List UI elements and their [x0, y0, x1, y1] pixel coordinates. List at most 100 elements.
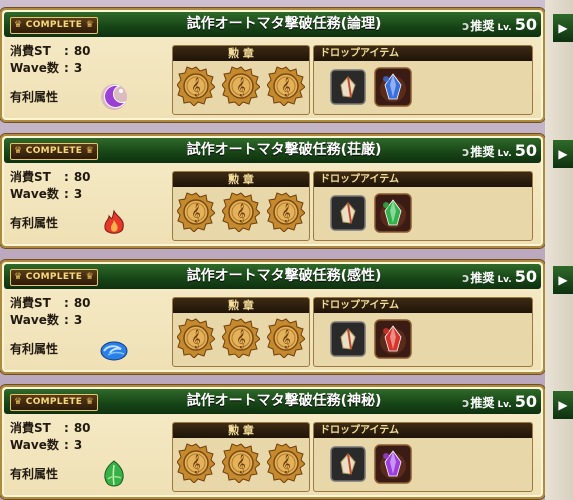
- blue-wave-icon: [100, 341, 128, 361]
- mission-card-3[interactable]: ♛ COMPLETE ♛ 試作オートマタ撃破任務(感性) ↄ推奨 Lv. 50 消費…: [0, 260, 545, 374]
- level-prefix: Lv.: [497, 149, 512, 159]
- colon: :: [64, 296, 69, 310]
- medal-icon: 𝄞: [221, 192, 261, 233]
- wave-label: Wave数: [10, 61, 59, 75]
- stamina-row: 消費ST:80: [10, 43, 91, 60]
- medal-icon: 𝄞: [176, 192, 216, 233]
- level-prefix: Lv.: [497, 400, 512, 410]
- svg-text:𝄞: 𝄞: [236, 329, 245, 349]
- stamina-value: 80: [73, 421, 91, 435]
- purple-crystal-drop-icon[interactable]: [374, 67, 412, 107]
- medal-box: 勲 章 𝄞 𝄞 𝄞: [172, 45, 310, 115]
- colon: :: [64, 187, 69, 201]
- level-prefix: Lv.: [497, 23, 512, 33]
- side-tab-4[interactable]: ▶: [553, 391, 573, 419]
- medal-icon: 𝄞: [176, 318, 216, 359]
- wave-label: Wave数: [10, 438, 59, 452]
- recommended-level: ↄ推奨 Lv. 50: [462, 392, 537, 411]
- wave-row: Wave数:3: [10, 437, 91, 454]
- swirl-icon: ↄ: [462, 271, 470, 285]
- stamina-value: 80: [73, 296, 91, 310]
- complete-label: COMPLETE: [25, 272, 83, 282]
- level-value: 50: [514, 15, 537, 34]
- red-crystal-drop-icon[interactable]: [374, 319, 412, 359]
- wave-value: 3: [73, 438, 83, 452]
- level-value: 50: [514, 141, 537, 160]
- crown-icon: ♛: [85, 146, 94, 156]
- green-leaf-icon: [104, 460, 124, 487]
- colon: :: [64, 61, 69, 75]
- advantage-label: 有利属性: [10, 216, 59, 230]
- side-panel: [545, 0, 573, 500]
- drop-label: ドロップアイテム: [314, 46, 532, 61]
- crown-icon: ♛: [85, 397, 94, 407]
- mission-header: ♛ COMPLETE ♛ 試作オートマタ撃破任務(荘厳) ↄ推奨 Lv. 50: [4, 138, 541, 163]
- mission-title: 試作オートマタ撃破任務(感性): [186, 268, 382, 284]
- stamina-value: 80: [73, 170, 91, 184]
- drop-box: ドロップアイテム: [313, 297, 533, 367]
- stamina-value: 80: [73, 44, 91, 58]
- mission-title: 試作オートマタ撃破任務(神秘): [186, 393, 382, 409]
- medal-icon: 𝄞: [266, 318, 307, 359]
- svg-text:𝄞: 𝄞: [191, 454, 200, 474]
- medal-list: 𝄞 𝄞 𝄞: [173, 438, 309, 484]
- drop-fragment-item-icon[interactable]: [330, 321, 366, 357]
- mission-card-4[interactable]: ♛ COMPLETE ♛ 試作オートマタ撃破任務(神秘) ↄ推奨 Lv. 50 消費…: [0, 385, 545, 499]
- medal-list: 𝄞 𝄞 𝄞: [173, 61, 309, 107]
- svg-text:𝄞: 𝄞: [282, 77, 291, 97]
- colon: :: [64, 421, 69, 435]
- side-tab-3[interactable]: ▶: [553, 266, 573, 294]
- drop-fragment-item-icon[interactable]: [330, 69, 366, 105]
- medal-box: 勲 章 𝄞 𝄞 𝄞: [172, 297, 310, 367]
- recommend-label: 推奨: [470, 19, 495, 33]
- purple-crystal-drop-icon[interactable]: [374, 444, 412, 484]
- wave-value: 3: [73, 313, 83, 327]
- swirl-icon: ↄ: [462, 19, 470, 33]
- level-value: 50: [514, 392, 537, 411]
- wave-row: Wave数:3: [10, 312, 91, 329]
- medal-box: 勲 章 𝄞 𝄞 𝄞: [172, 171, 310, 241]
- mission-stats: 消費ST:80 Wave数:3: [10, 295, 91, 329]
- medal-icon: 𝄞: [221, 443, 261, 484]
- stamina-label: 消費ST: [10, 170, 51, 184]
- colon: :: [64, 170, 69, 184]
- medal-list: 𝄞 𝄞 𝄞: [173, 187, 309, 233]
- red-flame-icon: [104, 209, 124, 234]
- complete-badge: ♛ COMPLETE ♛: [10, 394, 98, 411]
- mission-card-1[interactable]: ♛ COMPLETE ♛ 試作オートマタ撃破任務(論理) ↄ推奨 Lv. 50 消費…: [0, 8, 545, 122]
- stamina-row: 消費ST:80: [10, 295, 91, 312]
- svg-text:𝄞: 𝄞: [282, 454, 291, 474]
- complete-label: COMPLETE: [25, 20, 83, 30]
- svg-text:𝄞: 𝄞: [236, 77, 245, 97]
- green-crystal-drop-icon[interactable]: [374, 193, 412, 233]
- drop-fragment-item-icon[interactable]: [330, 195, 366, 231]
- drop-label: ドロップアイテム: [314, 423, 532, 438]
- advantage-label: 有利属性: [10, 342, 59, 356]
- medal-icon: 𝄞: [221, 66, 261, 107]
- mission-title: 試作オートマタ撃破任務(論理): [186, 16, 382, 32]
- crown-icon: ♛: [13, 272, 23, 282]
- side-tab-1[interactable]: ▶: [553, 14, 573, 42]
- drop-fragment-item-icon[interactable]: [330, 446, 366, 482]
- advantage-label: 有利属性: [10, 467, 59, 481]
- recommend-label: 推奨: [470, 271, 495, 285]
- drop-box: ドロップアイテム: [313, 171, 533, 241]
- medal-box: 勲 章 𝄞 𝄞 𝄞: [172, 422, 310, 492]
- drop-box: ドロップアイテム: [313, 45, 533, 115]
- svg-text:𝄞: 𝄞: [282, 203, 291, 223]
- swirl-icon: ↄ: [462, 396, 470, 410]
- svg-text:𝄞: 𝄞: [191, 329, 200, 349]
- side-tab-2[interactable]: ▶: [553, 140, 573, 168]
- medal-icon: 𝄞: [221, 318, 261, 359]
- mission-stats: 消費ST:80 Wave数:3: [10, 43, 91, 77]
- stamina-row: 消費ST:80: [10, 169, 91, 186]
- mission-header: ♛ COMPLETE ♛ 試作オートマタ撃破任務(論理) ↄ推奨 Lv. 50: [4, 12, 541, 37]
- medal-icon: 𝄞: [176, 443, 216, 484]
- wave-row: Wave数:3: [10, 186, 91, 203]
- complete-badge: ♛ COMPLETE ♛: [10, 143, 98, 160]
- crown-icon: ♛: [85, 272, 94, 282]
- medal-icon: 𝄞: [266, 66, 307, 107]
- purple-moon-icon: [101, 84, 127, 110]
- mission-card-2[interactable]: ♛ COMPLETE ♛ 試作オートマタ撃破任務(荘厳) ↄ推奨 Lv. 50 消費…: [0, 134, 545, 248]
- stamina-label: 消費ST: [10, 421, 51, 435]
